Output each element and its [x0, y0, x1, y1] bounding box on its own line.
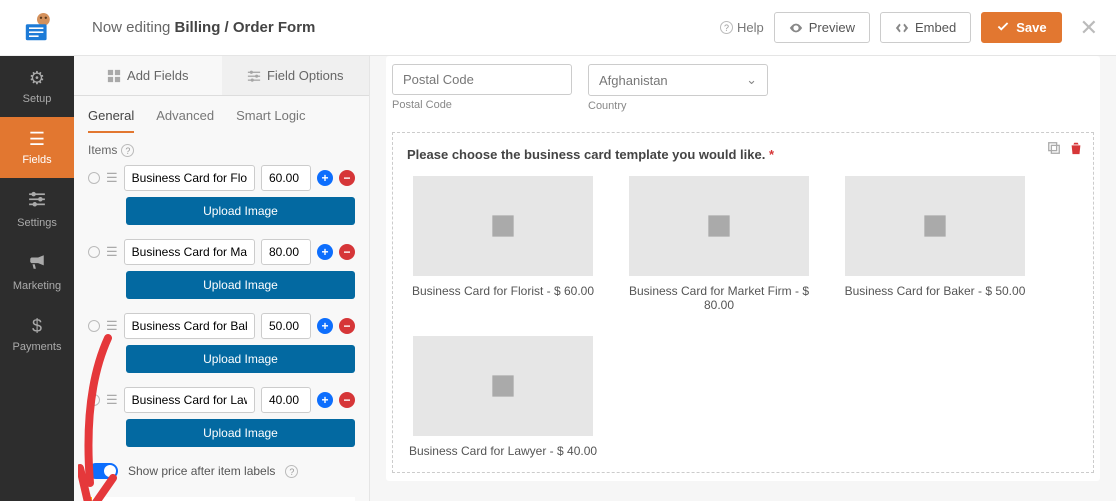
drag-handle-icon[interactable]: ☰	[106, 244, 118, 260]
item-row: ☰ + −	[88, 239, 355, 265]
image-placeholder	[629, 176, 809, 276]
check-icon	[996, 21, 1010, 35]
add-item-button[interactable]: +	[317, 392, 333, 408]
item-name-input[interactable]	[124, 387, 255, 413]
item-price-input[interactable]	[261, 313, 311, 339]
upload-image-button[interactable]: Upload Image	[126, 345, 355, 373]
image-placeholder	[413, 176, 593, 276]
dollar-icon: $	[32, 316, 42, 337]
item-price-input[interactable]	[261, 387, 311, 413]
close-icon[interactable]: ✕	[1080, 15, 1098, 41]
show-price-toggle-row: Show price after item labels ?	[88, 463, 355, 479]
item-name-input[interactable]	[124, 313, 255, 339]
delete-item-button[interactable]: −	[339, 392, 355, 408]
items-label: Items ?	[88, 143, 355, 157]
tab-field-options[interactable]: Field Options	[222, 56, 370, 95]
item-name-input[interactable]	[124, 239, 255, 265]
toggle-label: Show price after item labels	[128, 464, 275, 478]
subtab-general[interactable]: General	[88, 108, 134, 133]
card-label: Business Card for Baker - $ 50.00	[845, 284, 1026, 298]
help-icon[interactable]: ?	[285, 465, 298, 478]
list-icon: ☰	[29, 129, 45, 150]
card-label: Business Card for Market Firm - $ 80.00	[623, 284, 815, 312]
upload-image-button[interactable]: Upload Image	[126, 271, 355, 299]
nav-label: Marketing	[13, 280, 61, 292]
eye-icon	[789, 21, 803, 35]
options-panel: Add Fields Field Options General Advance…	[74, 56, 370, 501]
item-name-input[interactable]	[124, 165, 255, 191]
delete-item-button[interactable]: −	[339, 244, 355, 260]
subtab-smart-logic[interactable]: Smart Logic	[236, 108, 305, 133]
grid-icon	[107, 69, 121, 83]
duplicate-icon[interactable]	[1047, 141, 1061, 158]
postal-code-label: Postal Code	[392, 99, 572, 111]
template-card[interactable]: Business Card for Lawyer - $ 40.00	[407, 336, 599, 458]
drag-handle-icon[interactable]: ☰	[106, 392, 118, 408]
item-price-input[interactable]	[261, 165, 311, 191]
help-icon: ?	[720, 21, 733, 34]
country-select[interactable]: Afghanistan ⌄	[588, 64, 768, 96]
template-card[interactable]: Business Card for Market Firm - $ 80.00	[623, 176, 815, 312]
logo	[0, 0, 74, 56]
item-row: ☰ + −	[88, 165, 355, 191]
image-placeholder	[845, 176, 1025, 276]
radio-default[interactable]	[88, 320, 100, 332]
header-bar: Now editing Billing / Order Form ? Help …	[74, 0, 1116, 56]
postal-code-input[interactable]: Postal Code	[392, 64, 572, 95]
embed-button[interactable]: Embed	[880, 12, 971, 43]
add-item-button[interactable]: +	[317, 318, 333, 334]
radio-default[interactable]	[88, 246, 100, 258]
country-label: Country	[588, 100, 768, 112]
chevron-down-icon: ⌄	[746, 72, 757, 88]
nav-fields[interactable]: ☰ Fields	[0, 117, 74, 178]
item-row: ☰ + −	[88, 387, 355, 413]
sliders-icon	[28, 190, 46, 213]
help-link[interactable]: ? Help	[720, 20, 764, 35]
delete-item-button[interactable]: −	[339, 170, 355, 186]
sliders-icon	[247, 69, 261, 83]
card-label: Business Card for Lawyer - $ 40.00	[409, 444, 597, 458]
template-label: Please choose the business card template…	[407, 147, 1079, 162]
upload-image-button[interactable]: Upload Image	[126, 419, 355, 447]
nav-label: Settings	[17, 217, 57, 229]
image-placeholder	[413, 336, 593, 436]
nav-label: Fields	[22, 154, 51, 166]
template-card[interactable]: Business Card for Florist - $ 60.00	[407, 176, 599, 312]
card-label: Business Card for Florist - $ 60.00	[412, 284, 594, 298]
tab-add-fields[interactable]: Add Fields	[74, 56, 222, 95]
item-price-input[interactable]	[261, 239, 311, 265]
add-item-button[interactable]: +	[317, 244, 333, 260]
nav-label: Setup	[23, 93, 52, 105]
delete-item-button[interactable]: −	[339, 318, 355, 334]
show-price-toggle[interactable]	[88, 463, 118, 479]
trash-icon[interactable]	[1069, 141, 1083, 158]
nav-settings[interactable]: Settings	[0, 178, 74, 241]
preview-button[interactable]: Preview	[774, 12, 870, 43]
nav-payments[interactable]: $ Payments	[0, 304, 74, 365]
wpforms-logo-icon	[21, 13, 53, 42]
nav-label: Payments	[13, 341, 62, 353]
nav-sidebar: ⚙ Setup ☰ Fields Settings Marketing $ Pa…	[0, 0, 74, 501]
preview-canvas: Postal Code Postal Code Afghanistan ⌄ Co…	[370, 56, 1116, 501]
drag-handle-icon[interactable]: ☰	[106, 170, 118, 186]
nav-setup[interactable]: ⚙ Setup	[0, 56, 74, 117]
info-box: Images are not cropped or resized. For b…	[88, 497, 355, 501]
subtab-advanced[interactable]: Advanced	[156, 108, 214, 133]
add-item-button[interactable]: +	[317, 170, 333, 186]
page-title: Now editing Billing / Order Form	[92, 19, 315, 36]
upload-image-button[interactable]: Upload Image	[126, 197, 355, 225]
radio-default[interactable]	[88, 394, 100, 406]
help-icon[interactable]: ?	[121, 144, 134, 157]
code-icon	[895, 21, 909, 35]
save-button[interactable]: Save	[981, 12, 1061, 43]
gear-icon: ⚙	[29, 68, 45, 89]
drag-handle-icon[interactable]: ☰	[106, 318, 118, 334]
item-row: ☰ + −	[88, 313, 355, 339]
radio-default[interactable]	[88, 172, 100, 184]
bullhorn-icon	[28, 253, 46, 276]
template-field-block[interactable]: Please choose the business card template…	[392, 132, 1094, 473]
template-card[interactable]: Business Card for Baker - $ 50.00	[839, 176, 1031, 312]
nav-marketing[interactable]: Marketing	[0, 241, 74, 304]
